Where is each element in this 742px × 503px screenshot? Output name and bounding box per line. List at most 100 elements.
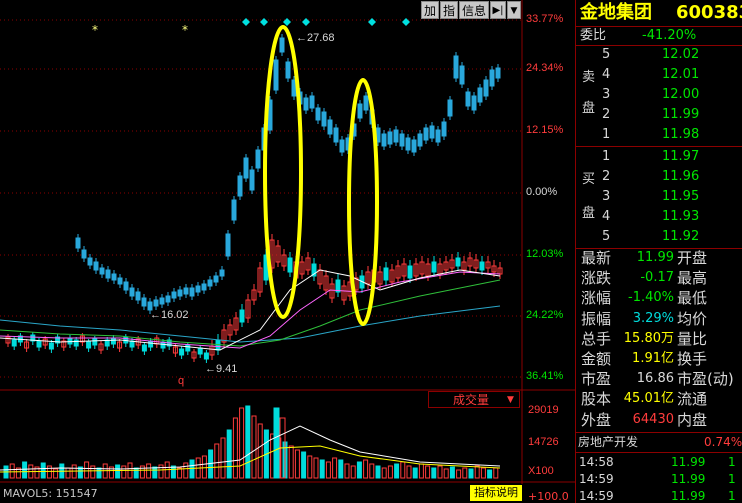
volume-bar [449,466,455,479]
candle-body [477,87,483,103]
volume-bar [375,465,381,479]
candle-body [67,337,73,345]
stat-label: 股本 [581,390,612,409]
volume-bar [443,468,449,479]
stat-label-2: 流通 [677,390,708,409]
candle-body [423,127,429,141]
volume-bar [133,467,139,479]
buy-level: 5 [602,229,611,244]
volume-bar [170,465,176,479]
volume-bar [356,461,362,479]
chevron-down-icon: ▼ [507,395,514,405]
volume-bar [332,457,338,479]
candle-body [285,61,291,79]
volume-bar [121,465,127,479]
volume-bar [474,465,480,479]
stock-name: 金地集团 [580,2,652,23]
candle-body [465,91,471,107]
price-axis-label: 0.00% [526,186,558,198]
volume-axis-top: 29019 [528,404,559,416]
volume-bar [350,465,356,479]
candle-body [447,99,453,117]
candle-body [429,125,435,139]
candle-body [333,127,339,143]
volume-bar [307,455,313,479]
indicator-bottom-bar: MAVOL5: 151547 指标说明 +100.0 [0,484,575,503]
volume-bar [468,468,474,479]
candle-body [489,69,495,87]
price-axis-label: 33.77% [526,13,564,25]
candle-body [201,283,207,291]
candle-body [179,348,185,356]
stat-label-2: 最高 [677,269,708,288]
dropdown-arrow-icon[interactable]: ▼ [507,1,521,19]
candle-body [197,347,203,355]
diamond-marker [242,18,250,26]
candle-body [435,129,441,143]
price-axis-label: 24.22% [526,309,564,321]
volume-bar [115,464,121,479]
candle-body [165,295,171,303]
share-icon[interactable]: ▶| [490,1,506,19]
volume-bar [53,468,59,479]
sector-name[interactable]: 房地产开发 [578,434,638,450]
candle-body [195,285,201,293]
candle-body [129,287,135,297]
candle-body [387,131,393,145]
volume-bar [9,463,15,479]
bottom-axis-label: +100.0 [528,490,569,503]
candle-body [141,297,147,307]
buy-price: 11.97 [662,149,700,164]
volume-bar [437,465,443,479]
volume-bar [431,467,437,479]
candle-body [159,297,165,305]
weibi-value: -41.20% [642,28,697,43]
stat-label: 总手 [581,329,612,348]
sell-label-top: 卖 [582,70,596,85]
volume-bar [65,467,71,479]
high-annotation: ←27.68 [296,32,335,44]
tick-price: 11.99 [671,455,706,469]
mavol-label: MAVOL5: 151547 [3,487,98,500]
stat-label-2: 内盘 [677,410,708,429]
indicator-help-button[interactable]: 指标说明 [470,485,522,501]
candle-body [315,107,321,121]
candle-body [123,281,129,291]
candle-body [239,309,245,323]
stat-value: 15.80万 [623,330,674,346]
candle-body [135,291,141,301]
candlestick-chart[interactable]: * * ←27.68 ←16.02 ←9.41 q [0,0,575,503]
indicator-button[interactable]: 指 [440,1,458,19]
volume-bar [214,443,220,479]
candle-body [231,199,237,221]
volume-bar [239,407,245,479]
tick-price: 11.99 [671,489,706,503]
tick-volume: 1 [728,472,736,486]
volume-bar [394,463,400,479]
candle-body [479,261,485,271]
candle-body [237,175,243,197]
volume-bar [363,459,369,479]
volume-bar [158,464,164,479]
add-button[interactable]: 加 [421,1,439,19]
info-button[interactable]: 信息 [459,1,489,19]
candle-body [213,275,219,283]
volume-bar [456,469,462,479]
candle-body [309,95,315,109]
stat-label-2: 最低 [677,289,708,308]
stat-value: 64430 [632,411,674,427]
volume-bar [319,459,325,479]
candle-body [405,137,411,151]
volume-bar [251,415,257,479]
low-annotation: ←9.41 [205,363,237,375]
candle-body [255,149,261,169]
volume-axis-unit: X100 [528,465,554,477]
volume-bar [487,469,493,479]
volume-indicator-selector[interactable]: 成交量 ▼ [428,391,520,408]
volume-bar [381,467,387,479]
sell-level: 5 [602,47,611,62]
candle-body [339,139,345,153]
diamond-marker [402,18,410,26]
candle-body [393,129,399,143]
candle-body [411,139,417,153]
